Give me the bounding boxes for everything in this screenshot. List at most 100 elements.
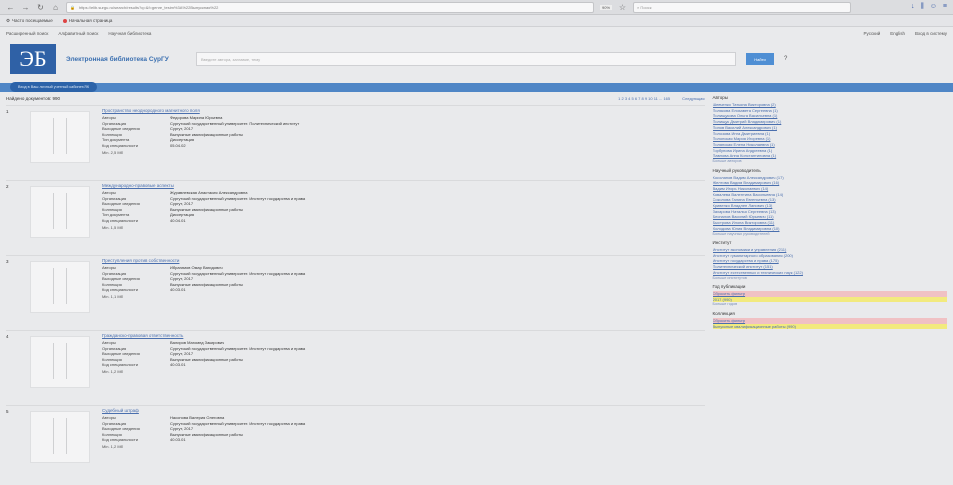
result-row: 2 Международно-правовые аспекты Авторы Жу…: [6, 180, 705, 255]
facet-group: Научный руководитель Косолапов Вадим Алек…: [713, 168, 948, 238]
file-size: Min. 1,1 Мб: [102, 293, 123, 299]
document-thumbnail[interactable]: [30, 261, 90, 313]
file-size: Min. 1,2 Мб: [102, 443, 123, 449]
account-band: Вход в Ваш личный учетный кабинет/ЛК: [0, 82, 953, 92]
result-row: 3 Преступления против собственности Авто…: [6, 255, 705, 330]
facet-more-link[interactable]: Больше научных руководителей: [713, 232, 948, 238]
result-body: Гражданско-правовая ответственность Авто…: [102, 331, 705, 405]
result-body: Преступления против собственности Авторы…: [102, 256, 705, 330]
document-thumbnail[interactable]: [30, 111, 90, 163]
lang-en[interactable]: English: [890, 31, 905, 36]
field-code: Код специальности 40.03.01: [102, 362, 705, 368]
field-label: Код специальности: [102, 142, 138, 148]
facet-group: Авторы Шевченко Татьяна Викторовна (2) Пол…: [713, 95, 948, 165]
results-header: Найдено документов: 990 1 2 3 4 5 6 7 8 …: [6, 92, 705, 105]
result-number: 3: [6, 259, 9, 264]
field-code: Код специальности 40.04.01: [102, 218, 705, 224]
facet-title: Научный руководитель: [712, 167, 761, 173]
reload-icon[interactable]: ↻: [36, 3, 45, 12]
forward-icon[interactable]: →: [21, 3, 30, 12]
browser-search-input[interactable]: ⌕ Поиск: [633, 1, 852, 13]
file-size: Min. 1,2 Мб: [102, 368, 123, 374]
browser-toolbar: ← → ↻ ⌂ 🔒 https://elib.surgu.ru/search/r…: [0, 0, 953, 15]
result-body: Судебный штраф Авторы Насонова Валерия Ол…: [102, 406, 705, 480]
bookmark-most-visited[interactable]: ⚙ Часто посещаемые: [6, 18, 53, 24]
facet-title: Авторы: [712, 95, 729, 100]
field-code: Код специальности 40.03.01: [102, 437, 705, 443]
login-link[interactable]: Вход в систему: [915, 31, 947, 36]
facet-more-link[interactable]: Больше авторов: [713, 159, 948, 165]
site-title[interactable]: Электронная библиотека СурГУ: [66, 56, 186, 63]
nav-alphabet-search[interactable]: Алфавитный поиск: [58, 31, 98, 36]
lock-icon: 🔒: [70, 4, 75, 10]
download-icon[interactable]: ↓: [911, 3, 915, 11]
account-icon[interactable]: ☺: [930, 3, 937, 11]
home-icon[interactable]: ⌂: [51, 3, 60, 12]
facet-more-link[interactable]: Больше годов: [713, 302, 948, 308]
zoom-level[interactable]: 90%: [600, 4, 613, 10]
field-value: 05.04.02: [170, 142, 186, 148]
bookmarks-bar: ⚙ Часто посещаемые Начальная страница: [0, 15, 953, 27]
main-content: Найдено документов: 990 1 2 3 4 5 6 7 8 …: [0, 92, 953, 480]
result-list: 1 Пространство неоднородного магнитного …: [6, 105, 705, 480]
gear-icon: ⚙: [6, 17, 11, 23]
pagination: 1 2 3 4 5 6 7 8 9 10 11 ... 165 Следующа…: [618, 96, 704, 101]
file-size: Min. 1,5 Мб: [102, 224, 123, 230]
field-value: 40.04.01: [170, 217, 186, 223]
field-value: 40.03.01: [170, 437, 186, 443]
facet-group: Коллекция Сбросить фильтр Выпускные квалиф…: [712, 310, 947, 330]
menu-icon[interactable]: ≡: [943, 3, 947, 11]
field-code: Код специальности 40.03.01: [102, 287, 705, 293]
result-row: 4 Гражданско-правовая ответственность Ав…: [6, 330, 705, 405]
lang-ru[interactable]: Русский: [864, 31, 881, 36]
result-number: 4: [6, 334, 9, 339]
site-header: ЭБ Электронная библиотека СурГУ Введите …: [0, 39, 953, 79]
nav-library[interactable]: Научная библиотека: [108, 31, 151, 36]
document-thumbnail[interactable]: [30, 411, 90, 463]
facet-more-link[interactable]: Больше институтов: [713, 276, 948, 282]
facet-sidebar: Авторы Шевченко Татьяна Викторовна (2) Пол…: [705, 92, 948, 480]
document-thumbnail[interactable]: [30, 336, 90, 388]
field-label: Код специальности: [102, 217, 138, 223]
catalog-search-input[interactable]: Введите автора, заглавие, тему: [196, 52, 736, 66]
bookmark-start-page[interactable]: Начальная страница: [62, 18, 112, 23]
site-topnav: Расширенный поиск Алфавитный поиск Научн…: [0, 27, 953, 39]
result-title-link[interactable]: Гражданско-правовая ответственность: [102, 333, 705, 338]
next-page-link[interactable]: Следующая: [682, 96, 704, 101]
result-row: 1 Пространство неоднородного магнитного …: [6, 105, 705, 180]
facet-title: Институт: [712, 240, 732, 246]
facet-title: Год публикации: [712, 284, 746, 290]
result-title-link[interactable]: Преступления против собственности: [102, 258, 705, 263]
star-icon[interactable]: ☆: [618, 3, 627, 12]
result-row: 5 Судебный штраф Авторы Насонова Валерия …: [6, 405, 705, 480]
field-value: 40.03.01: [170, 287, 186, 293]
facet-item[interactable]: Выпускные квалификационные работы (990): [712, 323, 947, 330]
result-title-link[interactable]: Судебный штраф: [102, 408, 705, 413]
firefox-icon: [62, 18, 67, 23]
help-icon[interactable]: ?: [784, 56, 787, 62]
result-body: Международно-правовые аспекты Авторы Жура…: [102, 181, 705, 255]
result-body: Пространство неоднородного магнитного по…: [102, 106, 705, 180]
result-number: 1: [6, 109, 9, 114]
result-title-link[interactable]: Международно-правовые аспекты: [102, 183, 705, 188]
nav-advanced-search[interactable]: Расширенный поиск: [6, 31, 48, 36]
page-links[interactable]: 1 2 3 4 5 6 7 8 9 10 11 ... 165: [618, 96, 670, 101]
personal-account-link[interactable]: Вход в Ваш личный учетный кабинет/ЛК: [10, 82, 98, 92]
result-number: 2: [6, 184, 9, 189]
field-label: Код специальности: [102, 437, 138, 443]
facet-title: Коллекция: [712, 310, 735, 316]
facet-group: Институт Институт экономики и управления …: [713, 240, 948, 281]
search-button[interactable]: Найти: [746, 53, 774, 65]
field-label: Код специальности: [102, 287, 138, 293]
site-logo[interactable]: ЭБ: [10, 44, 56, 74]
field-label: Код специальности: [102, 362, 138, 368]
found-count: Найдено документов: 990: [6, 96, 60, 101]
url-text: https://elib.surgu.ru/search/results?q=&…: [78, 4, 219, 10]
library-icon[interactable]: ⫼: [921, 3, 924, 11]
result-title-link[interactable]: Пространство неоднородного магнитного по…: [102, 108, 705, 113]
document-thumbnail[interactable]: [30, 186, 90, 238]
results-column: Найдено документов: 990 1 2 3 4 5 6 7 8 …: [6, 92, 705, 480]
address-bar[interactable]: 🔒 https://elib.surgu.ru/search/results?q…: [66, 1, 594, 13]
file-size: Min. 2,5 Мб: [102, 149, 123, 155]
back-icon[interactable]: ←: [6, 3, 15, 12]
